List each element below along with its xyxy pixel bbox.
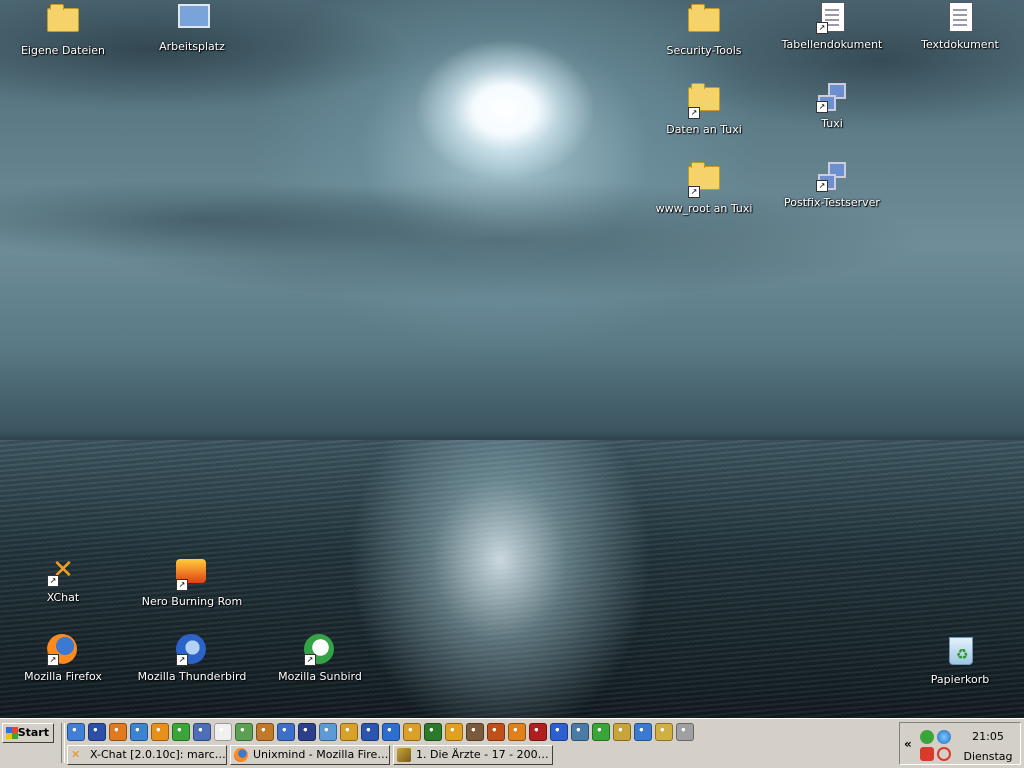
desktop-icon-arbeitsplatz[interactable]: Arbeitsplatz: [137, 2, 247, 53]
quicklaunch-icon-6[interactable]: [172, 723, 190, 741]
quicklaunch-icon-3[interactable]: [109, 723, 127, 741]
desktop-icon-tuxi[interactable]: ↗ Tuxi: [777, 81, 887, 130]
my-documents-folder-icon: [47, 4, 79, 32]
quicklaunch-icon-2[interactable]: [88, 723, 106, 741]
task-label: X-Chat [2.0.10c]: marcel...: [90, 748, 227, 761]
folder-icon: [688, 4, 720, 32]
quicklaunch-icon-5[interactable]: [151, 723, 169, 741]
text-document-icon: [949, 2, 973, 32]
quicklaunch-icon-9[interactable]: [235, 723, 253, 741]
tray-network-icon[interactable]: [920, 730, 934, 744]
quicklaunch-icon-13[interactable]: [319, 723, 337, 741]
task-button-firefox[interactable]: Unixmind - Mozilla Firefox: [230, 745, 390, 765]
quicklaunch-icon-7[interactable]: [193, 723, 211, 741]
quicklaunch-icon-10[interactable]: [256, 723, 274, 741]
desktop-icon-xchat[interactable]: ✕ ↗ XChat: [8, 555, 118, 604]
quicklaunch-icon-25[interactable]: [571, 723, 589, 741]
quicklaunch-icon-29[interactable]: [655, 723, 673, 741]
shortcut-arrow-icon: ↗: [176, 579, 188, 591]
start-button[interactable]: Start: [2, 723, 54, 743]
desktop-icon-mozilla-firefox[interactable]: ↗ Mozilla Firefox: [8, 634, 118, 683]
shortcut-arrow-icon: ↗: [816, 22, 828, 34]
quicklaunch-icon-16[interactable]: [382, 723, 400, 741]
remote-connection-icon: ↗: [816, 160, 848, 192]
quicklaunch-icon-18[interactable]: [424, 723, 442, 741]
show-hidden-icons-chevron[interactable]: «: [904, 737, 912, 751]
desktop-icon-www-root-an-tuxi[interactable]: ↗ www_root an Tuxi: [649, 160, 759, 215]
quicklaunch-icon-8[interactable]: [214, 723, 232, 741]
shortcut-arrow-icon: ↗: [176, 654, 188, 666]
wallpaper-clouds: [0, 0, 1024, 440]
taskbar: Start ✕ X-Chat [2.0.10c]: marcel... Unix…: [0, 718, 1024, 768]
tray-globe-icon[interactable]: [937, 730, 951, 744]
quicklaunch-icon-27[interactable]: [613, 723, 631, 741]
quicklaunch-icon-20[interactable]: [466, 723, 484, 741]
task-label: 1. Die Ärzte - 17 - 2000 ...: [416, 748, 553, 761]
task-button-media-player[interactable]: 1. Die Ärzte - 17 - 2000 ...: [393, 745, 553, 765]
shortcut-arrow-icon: ↗: [304, 654, 316, 666]
quicklaunch-icon-15[interactable]: [361, 723, 379, 741]
quicklaunch-icon-30[interactable]: [676, 723, 694, 741]
tray-day: Dienstag: [963, 750, 1013, 763]
quicklaunch-bar: [67, 723, 694, 743]
desktop-icon-postfix-testserver[interactable]: ↗ Postfix-Testserver: [777, 160, 887, 209]
desktop-icon-textdokument[interactable]: Textdokument: [905, 2, 1015, 51]
quicklaunch-icon-4[interactable]: [130, 723, 148, 741]
quicklaunch-icon-11[interactable]: [277, 723, 295, 741]
media-player-icon: [397, 748, 411, 762]
quicklaunch-separator: [61, 723, 65, 763]
shortcut-arrow-icon: ↗: [688, 107, 700, 119]
quicklaunch-icon-23[interactable]: [529, 723, 547, 741]
quicklaunch-icon-14[interactable]: [340, 723, 358, 741]
desktop-icon-mozilla-sunbird[interactable]: ↗ Mozilla Sunbird: [265, 634, 375, 683]
quicklaunch-icon-28[interactable]: [634, 723, 652, 741]
quicklaunch-icon-19[interactable]: [445, 723, 463, 741]
desktop-icon-nero-burning-rom[interactable]: ↗ Nero Burning Rom: [137, 555, 247, 608]
task-button-xchat[interactable]: ✕ X-Chat [2.0.10c]: marcel...: [67, 745, 227, 765]
quicklaunch-icon-22[interactable]: [508, 723, 526, 741]
desktop-icon-daten-an-tuxi[interactable]: ↗ Daten an Tuxi: [649, 81, 759, 136]
start-label: Start: [17, 726, 49, 739]
shortcut-arrow-icon: ↗: [816, 101, 828, 113]
quicklaunch-icon-26[interactable]: [592, 723, 610, 741]
quicklaunch-icon-21[interactable]: [487, 723, 505, 741]
tray-antivirus-icon[interactable]: [937, 747, 951, 761]
desktop-icon-tabellendokument[interactable]: ↗ Tabellendokument: [777, 2, 887, 51]
my-computer-icon: [178, 4, 210, 28]
firefox-icon: [234, 748, 248, 762]
quicklaunch-icon-1[interactable]: [67, 723, 85, 741]
windows-logo-icon: [6, 727, 18, 739]
system-tray: « 21:05 Dienstag: [899, 722, 1021, 765]
remote-connection-icon: ↗: [816, 81, 848, 113]
shortcut-arrow-icon: ↗: [816, 180, 828, 192]
xchat-icon: ✕: [71, 748, 81, 761]
quicklaunch-icon-17[interactable]: [403, 723, 421, 741]
desktop-icon-security-tools[interactable]: Security-Tools: [649, 2, 759, 57]
task-buttons: ✕ X-Chat [2.0.10c]: marcel... Unixmind -…: [67, 745, 553, 765]
shortcut-arrow-icon: ↗: [47, 654, 59, 666]
quicklaunch-icon-12[interactable]: [298, 723, 316, 741]
task-label: Unixmind - Mozilla Firefox: [253, 748, 390, 761]
recycle-bin-icon: [949, 637, 973, 665]
shortcut-arrow-icon: ↗: [47, 575, 59, 587]
tray-clock[interactable]: 21:05: [960, 730, 1016, 743]
quicklaunch-icon-24[interactable]: [550, 723, 568, 741]
desktop-icon-eigene-dateien[interactable]: Eigene Dateien: [8, 2, 118, 57]
desktop-icon-mozilla-thunderbird[interactable]: ↗ Mozilla Thunderbird: [137, 634, 247, 683]
desktop-icon-papierkorb[interactable]: Papierkorb: [905, 634, 1015, 686]
tray-adobe-icon[interactable]: [920, 747, 934, 761]
shortcut-arrow-icon: ↗: [688, 186, 700, 198]
